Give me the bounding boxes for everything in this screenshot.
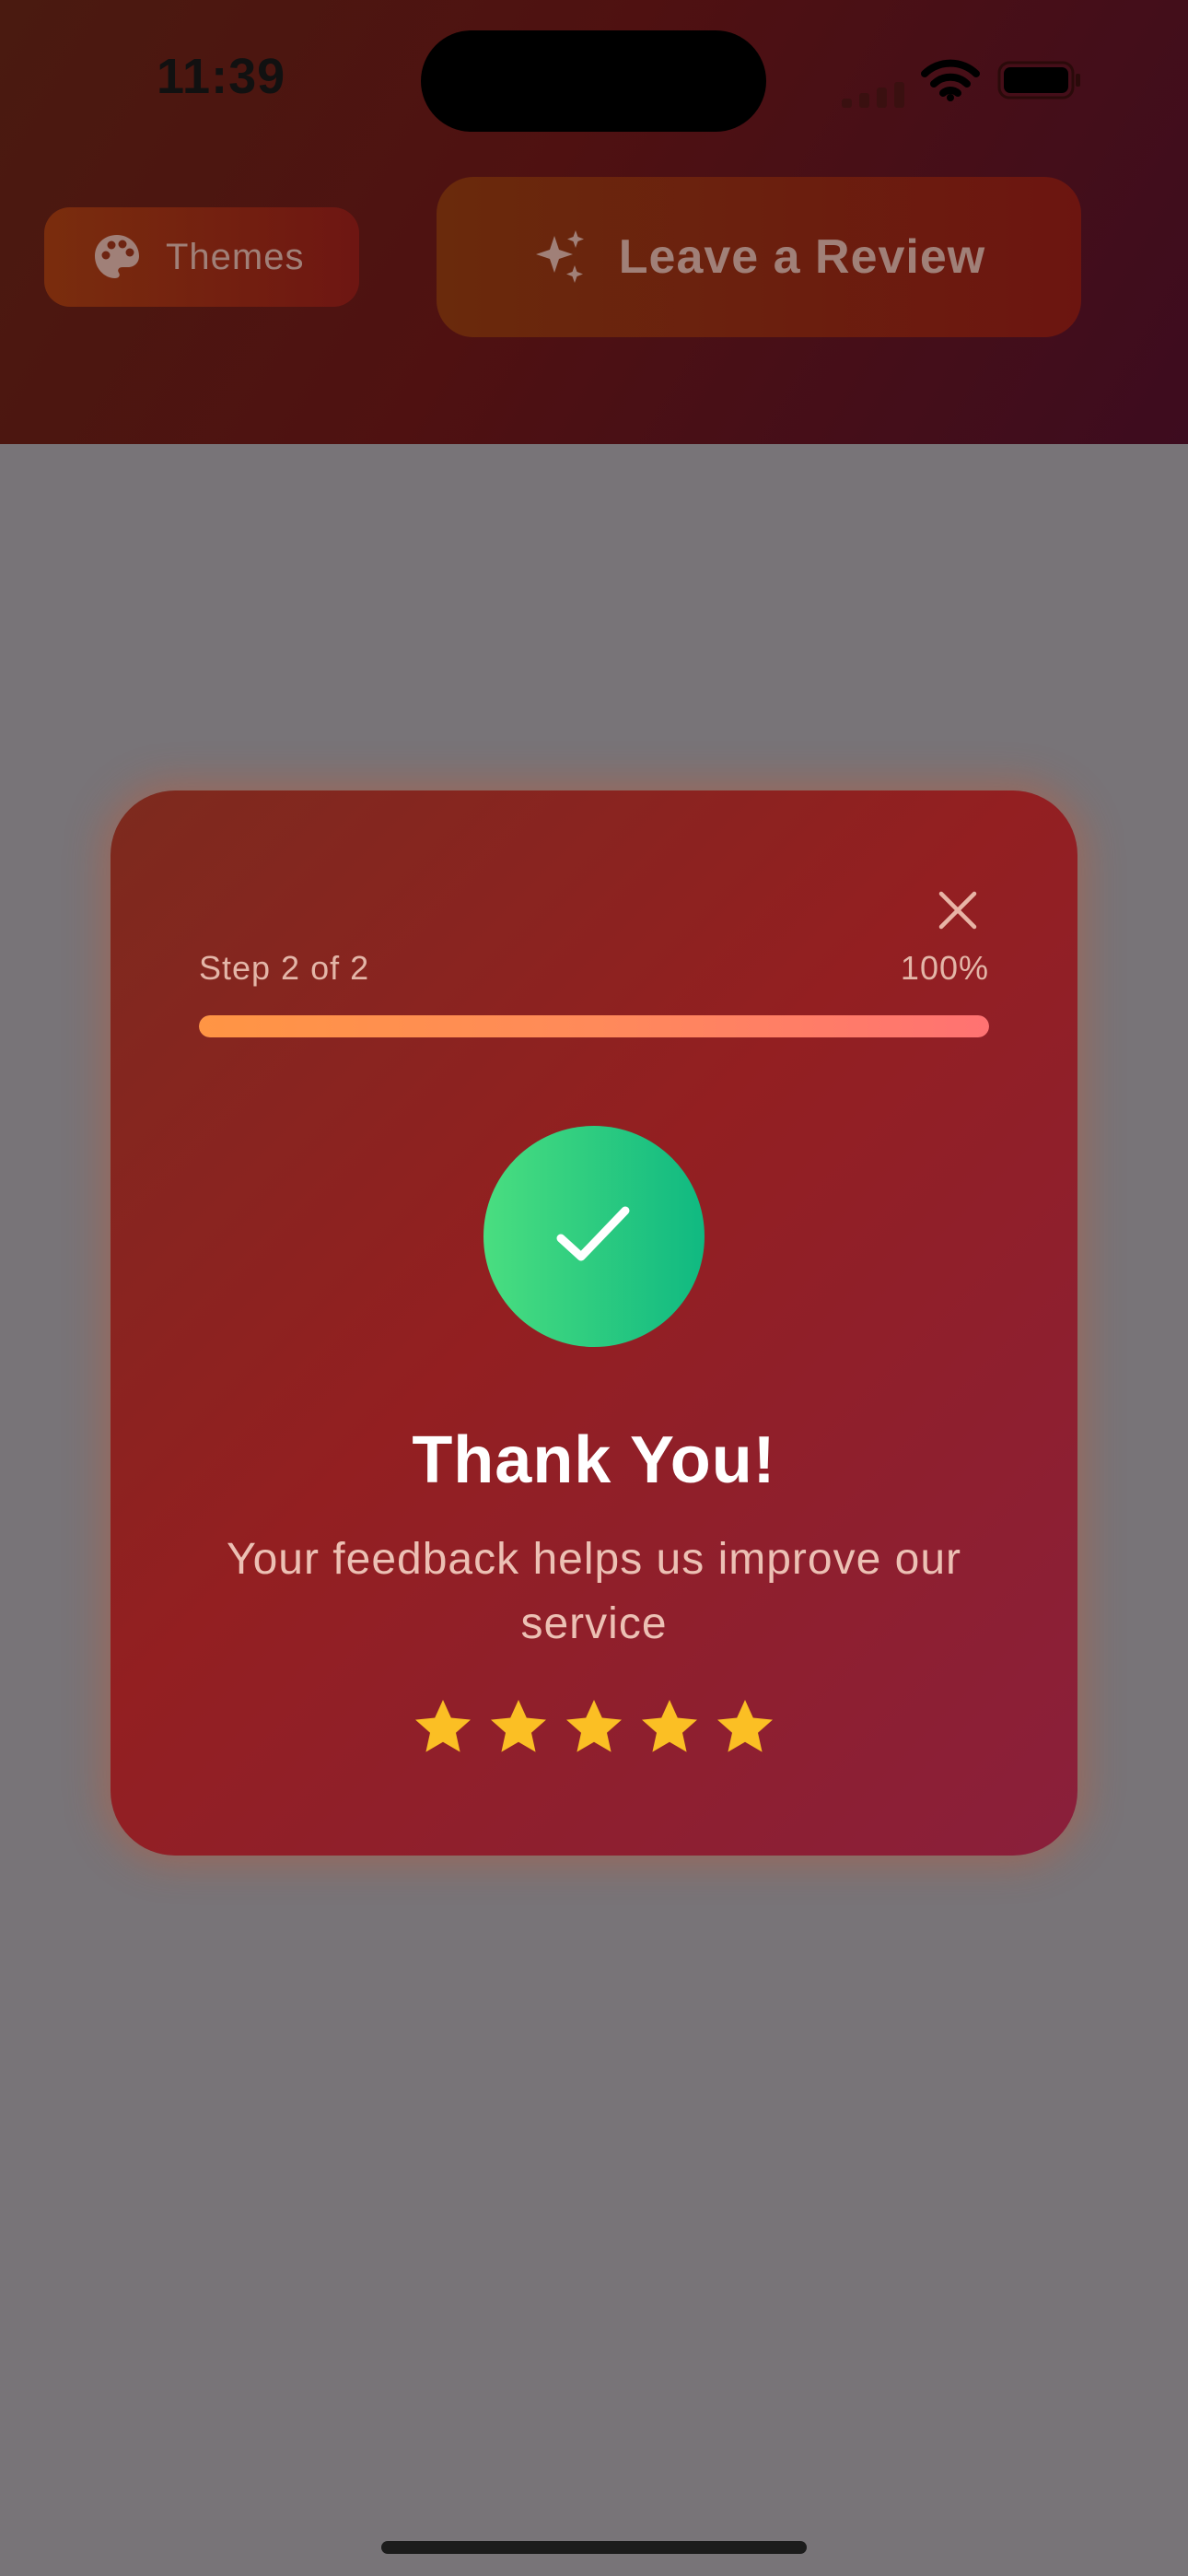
dynamic-island	[421, 30, 766, 132]
success-badge	[483, 1126, 705, 1347]
battery-icon	[997, 61, 1080, 100]
star-icon	[566, 1700, 622, 1752]
star-rating	[111, 1697, 1077, 1758]
progress-bar	[199, 1015, 989, 1037]
palette-icon	[95, 235, 139, 278]
status-bar: 11:39	[0, 0, 1188, 157]
progress-percent-label: 100%	[900, 949, 989, 987]
thank-you-message: Your feedback helps us improve our servi…	[226, 1535, 961, 1648]
signal-icon	[842, 82, 904, 108]
close-button[interactable]	[930, 883, 985, 938]
star-icon	[415, 1700, 471, 1752]
step-label: Step 2 of 2	[199, 949, 370, 987]
star-icon	[717, 1700, 773, 1752]
star-icon	[642, 1700, 697, 1752]
leave-review-button[interactable]: Leave a Review	[437, 177, 1081, 337]
checkmark-icon	[556, 1206, 630, 1261]
close-icon	[938, 891, 977, 930]
themes-button[interactable]: Themes	[44, 207, 359, 307]
feedback-modal: Step 2 of 2 100% Thank You! Your feedbac…	[111, 790, 1077, 1856]
home-indicator	[381, 2541, 807, 2554]
progress-bar-fill	[199, 1015, 989, 1037]
thank-you-title: Thank You!	[412, 1423, 776, 1497]
wifi-icon	[921, 59, 980, 101]
sparkles-icon	[535, 230, 584, 283]
status-time: 11:39	[157, 49, 286, 104]
leave-review-button-label: Leave a Review	[618, 230, 986, 284]
star-icon	[491, 1700, 546, 1752]
themes-button-label: Themes	[166, 236, 305, 277]
